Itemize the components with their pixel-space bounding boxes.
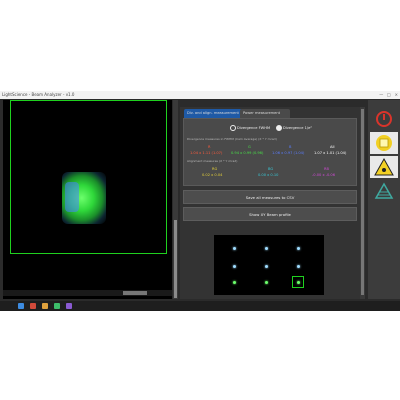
spot xyxy=(265,281,268,284)
laser-warning-button[interactable] xyxy=(370,156,398,178)
taskbar-app-icon[interactable] xyxy=(42,303,48,309)
app-window: LightScience - Beam Analyzer - v1.0 — □ … xyxy=(0,91,400,309)
warning-icon xyxy=(374,157,394,176)
taskbar-app-icon[interactable] xyxy=(18,303,24,309)
taskbar-app-icon[interactable] xyxy=(66,303,72,309)
camera-view[interactable] xyxy=(3,100,172,299)
col-r-header: R xyxy=(208,145,211,149)
record-icon xyxy=(376,111,392,127)
scroll-thumb[interactable] xyxy=(123,291,147,295)
col-all-header: All xyxy=(330,145,335,149)
window-controls: — □ × xyxy=(379,91,398,99)
col-all-value: 1.07 x 1.01 (1.04) xyxy=(314,151,347,155)
stop-button[interactable] xyxy=(370,132,398,154)
col-g-value: 0.94 x 0.99 (0.96) xyxy=(231,151,264,155)
align-rb-value: -0.00 x -0.06 xyxy=(312,173,336,177)
measurement-panel: Div. and align. measurement Power measur… xyxy=(180,107,360,299)
app-logo xyxy=(370,180,398,202)
spot xyxy=(265,247,268,250)
selected-spot-box[interactable] xyxy=(292,276,304,288)
divergence-section-label: Divergence measures in FWHM (Cam Average… xyxy=(187,137,277,141)
divergence-card: Divergence FWHM Divergence 1/e² Divergen… xyxy=(183,118,357,186)
radio-dot xyxy=(230,125,236,131)
col-r-value: 1.04 x 1.11 (1.07) xyxy=(190,151,223,155)
align-rb-header: RB xyxy=(324,167,329,171)
title-bar: LightScience - Beam Analyzer - v1.0 — □ … xyxy=(0,91,400,99)
taskbar-app-icon[interactable] xyxy=(54,303,60,309)
col-g-header: G xyxy=(248,145,251,149)
window-title: LightScience - Beam Analyzer - v1.0 xyxy=(2,92,75,97)
camera-vertical-scrollbar[interactable] xyxy=(173,100,178,299)
scroll-thumb[interactable] xyxy=(361,109,364,295)
scroll-thumb[interactable] xyxy=(174,220,177,298)
radio-dot xyxy=(276,125,282,131)
right-toolbar xyxy=(368,100,400,299)
close-button[interactable]: × xyxy=(395,92,398,97)
radio-1e2[interactable]: Divergence 1/e² xyxy=(276,125,312,131)
save-csv-button[interactable]: Save all measures to CSV xyxy=(183,190,357,204)
spot xyxy=(233,265,236,268)
align-bg-value: 0.00 x 0.10 xyxy=(258,173,279,177)
radio-1e2-label: Divergence 1/e² xyxy=(283,126,312,130)
minimize-button[interactable]: — xyxy=(379,92,383,97)
spot xyxy=(233,281,236,284)
col-b-value: 1.06 x 0.97 (1.04) xyxy=(272,151,305,155)
taskbar-app-icon[interactable] xyxy=(30,303,36,309)
tab-power[interactable]: Power measurement xyxy=(240,109,290,118)
col-b-header: B xyxy=(289,145,292,149)
beam-blue-channel xyxy=(65,182,79,212)
align-rg-header: RG xyxy=(212,167,218,171)
spot xyxy=(265,265,268,268)
radio-fwhm[interactable]: Divergence FWHM xyxy=(230,125,270,131)
logo-icon xyxy=(374,182,394,199)
os-taskbar xyxy=(0,301,400,311)
record-button[interactable] xyxy=(370,108,398,130)
spot xyxy=(297,265,300,268)
maximize-button[interactable]: □ xyxy=(387,92,391,97)
spot xyxy=(233,247,236,250)
camera-horizontal-scrollbar[interactable] xyxy=(3,290,172,296)
show-xy-profile-button[interactable]: Show XY Beam profile xyxy=(183,207,357,221)
align-rg-value: 0.02 x 0.04 xyxy=(202,173,223,177)
panel-vertical-scrollbar[interactable] xyxy=(360,107,365,299)
tab-divergence[interactable]: Div. and align. measurement xyxy=(184,109,242,118)
stop-icon xyxy=(376,135,392,151)
radio-fwhm-label: Divergence FWHM xyxy=(237,126,271,130)
align-bg-header: BG xyxy=(268,167,274,171)
spot-grid-preview xyxy=(214,235,324,295)
spot xyxy=(297,247,300,250)
alignment-section-label: Alignment measures (X * Y mrad) xyxy=(187,159,238,163)
